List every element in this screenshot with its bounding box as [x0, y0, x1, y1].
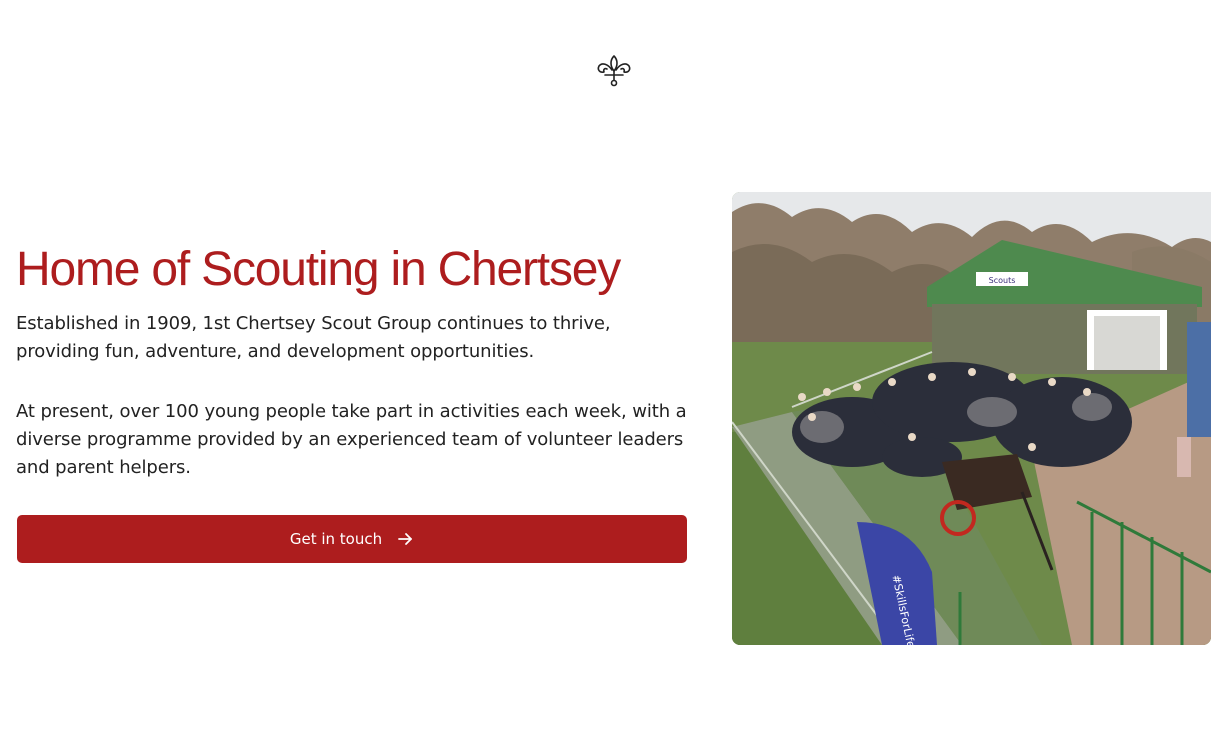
scout-hut-photo: Scouts #SkillsForLife: [732, 192, 1211, 645]
fleur-de-lis-icon[interactable]: [596, 54, 632, 88]
page-title: Home of Scouting in Chertsey: [16, 243, 621, 296]
get-in-touch-label: Get in touch: [289, 530, 383, 548]
intro-paragraph: Established in 1909, 1st Chertsey Scout …: [16, 313, 611, 362]
scouts-sign: Scouts: [989, 276, 1016, 285]
get-in-touch-button[interactable]: Get in touch: [17, 515, 687, 563]
page: Home of Scouting in Chertsey Established…: [0, 0, 1227, 740]
detail-paragraph: At present, over 100 young people take p…: [16, 401, 687, 478]
arrow-right-icon: [396, 530, 414, 548]
hero-text: Home of Scouting in Chertsey Established…: [16, 240, 696, 482]
